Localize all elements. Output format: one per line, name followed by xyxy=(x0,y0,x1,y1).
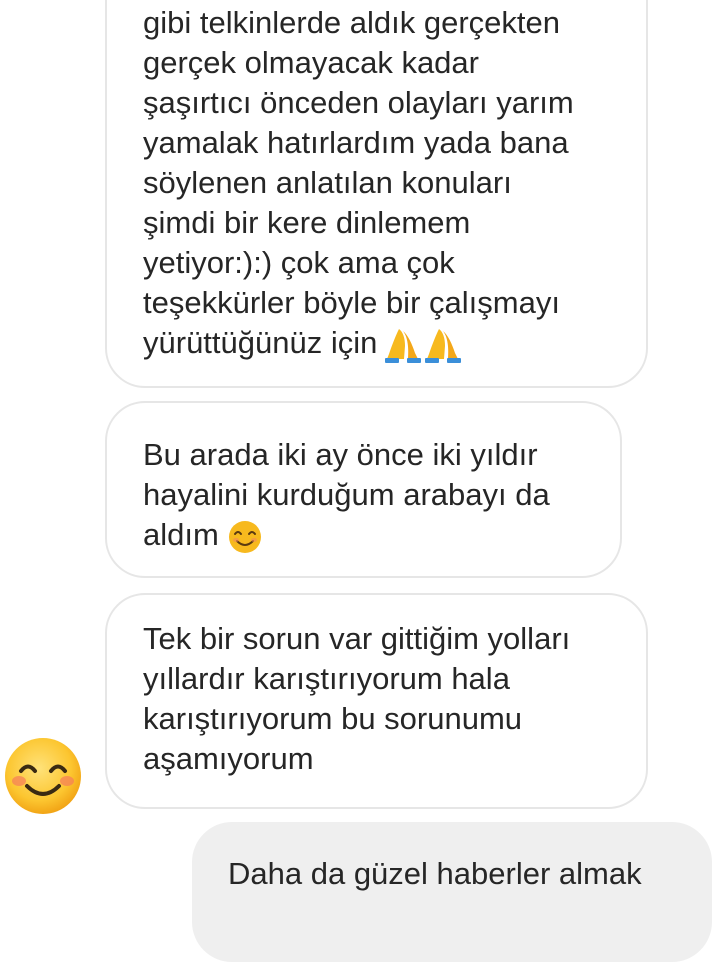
message-text-line: karıştırıyorum bu sorunumu xyxy=(143,701,523,736)
received-message-bubble[interactable]: Tek bir sorun var gittiğim yolları yılla… xyxy=(105,593,648,809)
message-text-line: gerçek olmayacak kadar xyxy=(143,45,479,80)
message-text-line: söylenen anlatılan konuları xyxy=(143,165,512,200)
message-text-line: yıllardır karıştırıyorum hala xyxy=(143,661,510,696)
message-text-line: şaşırtıcı önceden olayları yarım xyxy=(143,85,574,120)
message-text-line: şimdi bir kere dinlemem xyxy=(143,205,471,240)
smiling-face-icon xyxy=(227,519,263,555)
message-text: yürüttüğünüz için xyxy=(143,325,378,360)
message-text: aldım xyxy=(143,517,219,552)
message-text-line: yamalak hatırlardım yada bana xyxy=(143,125,569,160)
message-text-line: hayalini kurduğum arabayı da xyxy=(143,477,550,512)
message-text-line: Daha da güzel haberler almak xyxy=(228,856,642,891)
received-message-bubble[interactable]: Bu arada iki ay önce iki yıldır hayalini… xyxy=(105,401,622,578)
received-message-bubble[interactable]: gibi telkinlerde aldık gerçekten gerçek … xyxy=(105,0,648,388)
message-text-line: Tek bir sorun var gittiğim yolları xyxy=(143,621,571,656)
message-text-line: gibi telkinlerde aldık gerçekten xyxy=(143,5,561,40)
message-text-line: Bu arada iki ay önce iki yıldır xyxy=(143,437,538,472)
message-text-line: teşekkürler böyle bir çalışmayı xyxy=(143,285,560,320)
message-text-line: yürüttüğünüz için xyxy=(143,323,622,364)
message-text-line: yetiyor:):) çok ama çok xyxy=(143,245,455,280)
smiling-face-with-blush-icon[interactable] xyxy=(3,736,83,816)
message-text-line: aldım xyxy=(143,515,596,555)
praying-hands-icon xyxy=(385,326,465,364)
message-text-line: aşamıyorum xyxy=(143,741,314,776)
sent-message-bubble[interactable]: Daha da güzel haberler almak xyxy=(192,822,712,962)
